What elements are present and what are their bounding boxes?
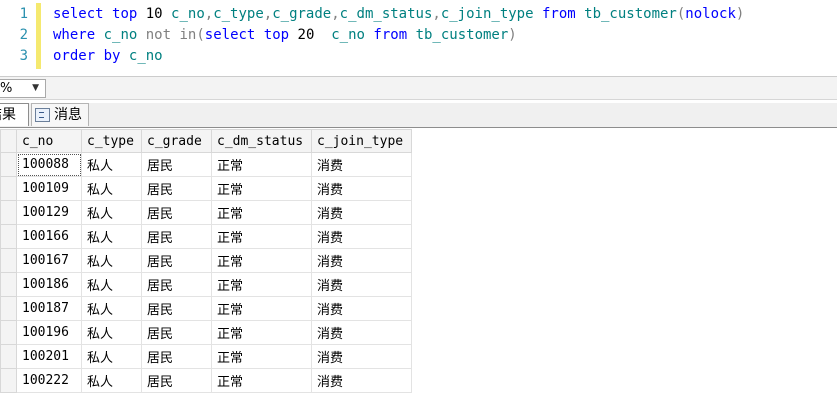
tab-messages-label: 消息 <box>54 107 82 123</box>
row-header[interactable] <box>0 248 17 273</box>
grid-cell-c_grade[interactable]: 居民 <box>141 152 212 177</box>
tab-results[interactable]: 结果 <box>0 103 29 126</box>
grid-cell-c_dm_status[interactable]: 正常 <box>211 272 312 297</box>
zoom-bar: % ▼ <box>0 76 837 100</box>
row-header[interactable] <box>0 272 17 297</box>
grid-cell-c_dm_status[interactable]: 正常 <box>211 248 312 273</box>
grid-cell-c_join_type[interactable]: 消费 <box>311 248 412 273</box>
column-header[interactable]: c_no <box>16 129 82 153</box>
results-grid[interactable]: c_no c_type c_grade c_dm_status c_join_t… <box>0 129 412 393</box>
row-header[interactable] <box>0 320 17 345</box>
code-line-3[interactable]: order by c_no <box>53 46 163 67</box>
grid-cell-c_type[interactable]: 私人 <box>81 320 142 345</box>
zoom-value: % <box>0 81 13 96</box>
grid-cell-c_join_type[interactable]: 消费 <box>311 176 412 201</box>
table-row[interactable]: 100187 私人 居民 正常 消费 <box>0 296 412 321</box>
grid-cell-c_no[interactable]: 100109 <box>16 176 82 201</box>
grid-header-row: c_no c_type c_grade c_dm_status c_join_t… <box>0 129 412 153</box>
table-row[interactable]: 100088 私人 居民 正常 消费 <box>0 152 412 177</box>
row-header[interactable] <box>0 344 17 369</box>
grid-corner[interactable] <box>0 129 17 153</box>
table-row[interactable]: 100129 私人 居民 正常 消费 <box>0 200 412 225</box>
grid-cell-c_dm_status[interactable]: 正常 <box>211 200 312 225</box>
column-header[interactable]: c_type <box>81 129 142 153</box>
tab-messages[interactable]: 消息 <box>31 103 89 126</box>
grid-cell-c_grade[interactable]: 居民 <box>141 344 212 369</box>
grid-cell-c_type[interactable]: 私人 <box>81 224 142 249</box>
messages-icon <box>35 108 50 122</box>
line-number: 3 <box>19 48 28 64</box>
grid-cell-c_join_type[interactable]: 消费 <box>311 368 412 393</box>
table-row[interactable]: 100196 私人 居民 正常 消费 <box>0 320 412 345</box>
grid-cell-c_no[interactable]: 100222 <box>16 368 82 393</box>
grid-cell-c_no[interactable]: 100166 <box>16 224 82 249</box>
grid-cell-c_dm_status[interactable]: 正常 <box>211 320 312 345</box>
grid-cell-c_type[interactable]: 私人 <box>81 176 142 201</box>
grid-cell-c_no[interactable]: 100196 <box>16 320 82 345</box>
column-header[interactable]: c_grade <box>141 129 212 153</box>
table-row[interactable]: 100186 私人 居民 正常 消费 <box>0 272 412 297</box>
query-editor[interactable]: 1 2 3 select top 10 c_no,c_type,c_grade,… <box>0 0 837 73</box>
grid-cell-c_dm_status[interactable]: 正常 <box>211 176 312 201</box>
grid-cell-c_type[interactable]: 私人 <box>81 152 142 177</box>
zoom-dropdown[interactable]: % ▼ <box>0 79 46 98</box>
grid-cell-c_type[interactable]: 私人 <box>81 272 142 297</box>
grid-cell-c_no[interactable]: 100167 <box>16 248 82 273</box>
table-row[interactable]: 100109 私人 居民 正常 消费 <box>0 176 412 201</box>
grid-cell-c_type[interactable]: 私人 <box>81 344 142 369</box>
grid-cell-c_grade[interactable]: 居民 <box>141 272 212 297</box>
table-row[interactable]: 100167 私人 居民 正常 消费 <box>0 248 412 273</box>
grid-cell-c_no[interactable]: 100088 <box>16 152 82 177</box>
code-line-2[interactable]: where c_no not in(select top 20 c_no fro… <box>53 25 517 46</box>
grid-cell-c_dm_status[interactable]: 正常 <box>211 296 312 321</box>
grid-cell-c_no[interactable]: 100201 <box>16 344 82 369</box>
grid-cell-c_grade[interactable]: 居民 <box>141 224 212 249</box>
grid-cell-c_no[interactable]: 100187 <box>16 296 82 321</box>
line-number: 1 <box>19 6 28 22</box>
grid-cell-c_join_type[interactable]: 消费 <box>311 296 412 321</box>
grid-cell-c_type[interactable]: 私人 <box>81 296 142 321</box>
table-row[interactable]: 100222 私人 居民 正常 消费 <box>0 368 412 393</box>
row-header[interactable] <box>0 176 17 201</box>
grid-cell-c_grade[interactable]: 居民 <box>141 176 212 201</box>
row-header[interactable] <box>0 368 17 393</box>
line-number-gutter: 1 2 3 <box>0 0 36 73</box>
column-header[interactable]: c_dm_status <box>211 129 312 153</box>
row-header[interactable] <box>0 200 17 225</box>
grid-cell-c_grade[interactable]: 居民 <box>141 200 212 225</box>
grid-cell-c_join_type[interactable]: 消费 <box>311 320 412 345</box>
chevron-down-icon: ▼ <box>32 83 39 93</box>
changed-lines-marker <box>36 3 41 69</box>
grid-cell-c_dm_status[interactable]: 正常 <box>211 344 312 369</box>
grid-cell-c_type[interactable]: 私人 <box>81 368 142 393</box>
line-number: 2 <box>19 27 28 43</box>
grid-cell-c_join_type[interactable]: 消费 <box>311 224 412 249</box>
grid-cell-c_type[interactable]: 私人 <box>81 248 142 273</box>
grid-cell-c_dm_status[interactable]: 正常 <box>211 368 312 393</box>
grid-cell-c_grade[interactable]: 居民 <box>141 320 212 345</box>
grid-cell-c_join_type[interactable]: 消费 <box>311 344 412 369</box>
grid-cell-c_no[interactable]: 100186 <box>16 272 82 297</box>
grid-cell-c_type[interactable]: 私人 <box>81 200 142 225</box>
grid-cell-c_join_type[interactable]: 消费 <box>311 200 412 225</box>
grid-cell-c_dm_status[interactable]: 正常 <box>211 224 312 249</box>
row-header[interactable] <box>0 296 17 321</box>
table-row[interactable]: 100166 私人 居民 正常 消费 <box>0 224 412 249</box>
code-line-1[interactable]: select top 10 c_no,c_type,c_grade,c_dm_s… <box>53 4 744 25</box>
grid-cell-c_grade[interactable]: 居民 <box>141 296 212 321</box>
results-tab-strip: 结果 消息 <box>0 103 837 128</box>
column-header[interactable]: c_join_type <box>311 129 412 153</box>
row-header[interactable] <box>0 224 17 249</box>
tab-results-label: 结果 <box>0 107 16 123</box>
grid-cell-c_grade[interactable]: 居民 <box>141 368 212 393</box>
grid-cell-c_dm_status[interactable]: 正常 <box>211 152 312 177</box>
grid-cell-c_no[interactable]: 100129 <box>16 200 82 225</box>
row-header[interactable] <box>0 152 17 177</box>
grid-cell-c_grade[interactable]: 居民 <box>141 248 212 273</box>
table-row[interactable]: 100201 私人 居民 正常 消费 <box>0 344 412 369</box>
grid-cell-c_join_type[interactable]: 消费 <box>311 272 412 297</box>
grid-cell-c_join_type[interactable]: 消费 <box>311 152 412 177</box>
